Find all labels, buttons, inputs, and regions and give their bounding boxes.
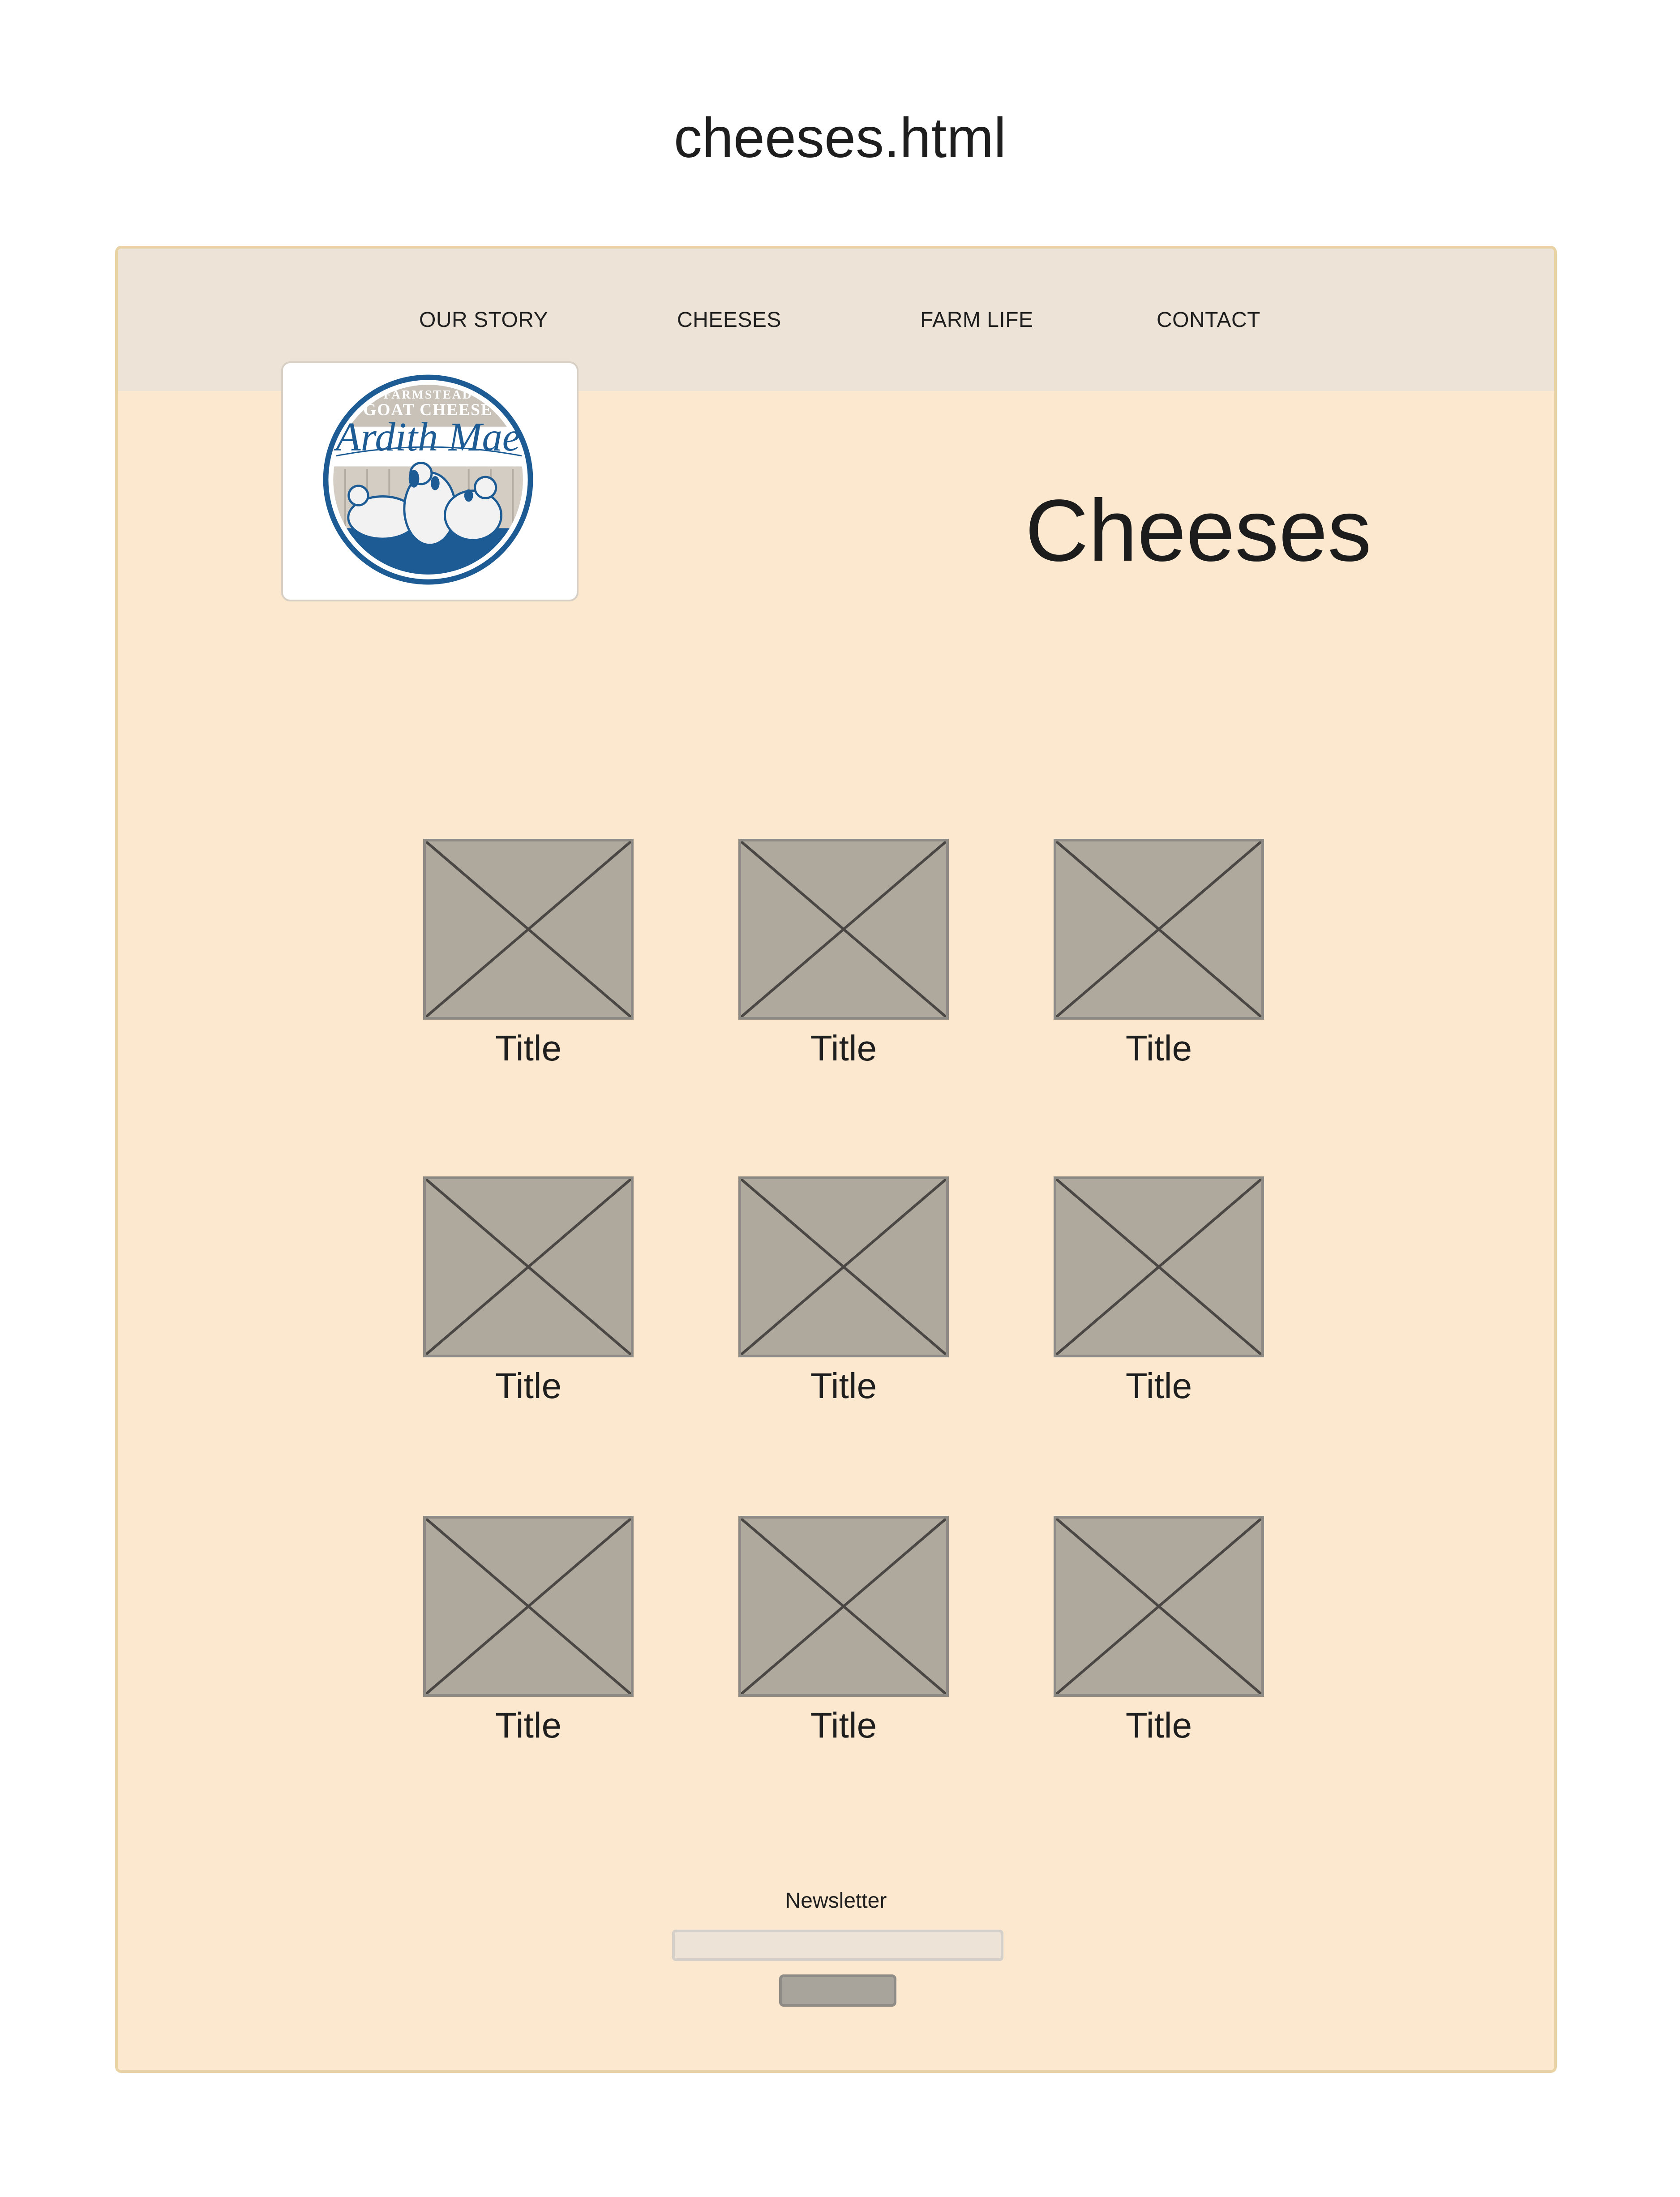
cheese-title[interactable]: Title — [738, 1703, 949, 1748]
cheese-title[interactable]: Title — [423, 1703, 634, 1748]
nav-cheeses[interactable]: CHEESES — [677, 307, 781, 334]
image-placeholder-icon — [741, 1179, 946, 1355]
cheese-title[interactable]: Title — [1054, 1364, 1264, 1408]
document-title: cheeses.html — [673, 106, 1007, 169]
cheese-image-placeholder[interactable] — [423, 1516, 634, 1697]
svg-text:FARMSTEAD: FARMSTEAD — [383, 387, 472, 401]
image-placeholder-icon — [426, 1179, 631, 1355]
cheese-image-placeholder[interactable] — [738, 1176, 949, 1357]
image-placeholder-icon — [741, 1519, 946, 1694]
cheese-title[interactable]: Title — [1054, 1703, 1264, 1748]
image-placeholder-icon — [1056, 1179, 1261, 1355]
cheese-image-placeholder[interactable] — [1054, 1516, 1264, 1697]
cheese-title[interactable]: Title — [738, 1026, 949, 1071]
goat-cheese-logo-icon: FARMSTEAD GOAT CHEESE Ardith Mae — [323, 374, 533, 585]
image-placeholder-icon — [1056, 841, 1261, 1017]
nav-farm-life[interactable]: FARM LIFE — [920, 307, 1033, 334]
logo-card[interactable]: FARMSTEAD GOAT CHEESE Ardith Mae — [281, 361, 579, 601]
image-placeholder-icon — [426, 841, 631, 1017]
svg-text:Ardith Mae: Ardith Mae — [334, 414, 520, 459]
page-heading: Cheeses — [1025, 481, 1371, 579]
newsletter-submit-button[interactable] — [779, 1974, 896, 2007]
newsletter-email-input[interactable] — [672, 1930, 1003, 1961]
cheese-title[interactable]: Title — [1054, 1026, 1264, 1071]
image-placeholder-icon — [426, 1519, 631, 1694]
cheese-image-placeholder[interactable] — [423, 839, 634, 1020]
nav-contact[interactable]: CONTACT — [1157, 307, 1260, 334]
cheese-image-placeholder[interactable] — [1054, 1176, 1264, 1357]
nav-our-story[interactable]: OUR STORY — [419, 307, 548, 334]
image-placeholder-icon — [1056, 1519, 1261, 1694]
newsletter-label: Newsletter — [785, 1889, 887, 1913]
wireframe-page: OUR STORY CHEESES FARM LIFE CONTACT FARM… — [115, 246, 1557, 2073]
cheese-title[interactable]: Title — [423, 1026, 634, 1071]
cheese-image-placeholder[interactable] — [423, 1176, 634, 1357]
cheese-image-placeholder[interactable] — [1054, 839, 1264, 1020]
cheese-title[interactable]: Title — [423, 1364, 634, 1408]
image-placeholder-icon — [741, 841, 946, 1017]
cheese-image-placeholder[interactable] — [738, 1516, 949, 1697]
cheese-image-placeholder[interactable] — [738, 839, 949, 1020]
cheese-title[interactable]: Title — [738, 1364, 949, 1408]
